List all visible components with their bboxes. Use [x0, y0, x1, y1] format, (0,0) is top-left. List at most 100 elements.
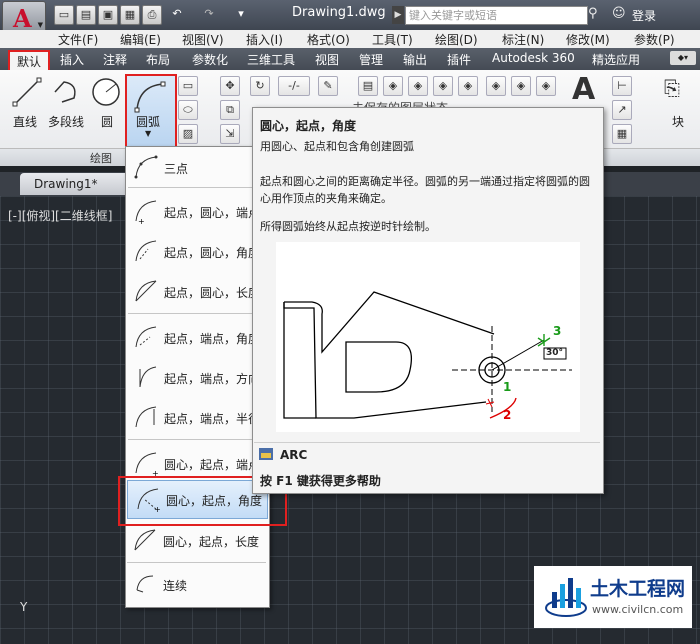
arc-start-end-direction-icon — [139, 366, 157, 388]
arc-continue-icon — [136, 575, 154, 593]
tab-autodesk-360[interactable]: Autodesk 360 — [492, 51, 575, 65]
line-icon[interactable] — [12, 76, 42, 108]
linear-dimension-icon[interactable]: ⊢ — [612, 76, 632, 96]
application-menu-button[interactable]: A ▼ — [2, 1, 46, 33]
print-icon[interactable]: ⎙ — [142, 5, 162, 25]
move-icon[interactable]: ✥ — [220, 76, 240, 96]
layer-icon-2[interactable]: ◈ — [408, 76, 428, 96]
circle-label[interactable]: 圆 — [101, 113, 113, 130]
arc-continue-item[interactable]: 连续 — [125, 566, 268, 604]
arc-start-end-angle-item[interactable]: 起点，端点，角度 — [126, 319, 269, 357]
chevron-down-icon: ▼ — [37, 21, 43, 29]
document-title: Drawing1.dwg — [292, 5, 386, 20]
layer-icon-7[interactable]: ◈ — [536, 76, 556, 96]
arc-center-start-length-item[interactable]: 圆心，起点，长度 — [125, 522, 268, 560]
menu-insert[interactable]: 插入(I) — [246, 31, 283, 48]
rotate-icon[interactable]: ↻ — [250, 76, 270, 96]
menu-item-label: 起点，端点，半径 — [164, 412, 261, 426]
menu-separator — [128, 187, 267, 188]
arc-start-end-radius-item[interactable]: 起点，端点，半径 — [126, 399, 269, 437]
erase-icon[interactable]: ✎ — [318, 76, 338, 96]
search-input[interactable]: 键入关键字或短语 — [405, 6, 588, 25]
layer-icon-5[interactable]: ◈ — [486, 76, 506, 96]
save-icon[interactable]: ▣ — [98, 5, 118, 25]
tooltip-help: 按 F1 键获得更多帮助 — [260, 474, 381, 488]
menu-item-label: 起点，圆心，端点 — [164, 206, 261, 220]
more-icon[interactable]: ▾ — [232, 5, 250, 23]
block-label[interactable]: 块 — [672, 113, 684, 130]
menu-file[interactable]: 文件(F) — [58, 31, 98, 48]
menu-separator — [128, 313, 267, 314]
menu-bar: 文件(F) 编辑(E) 视图(V) 插入(I) 格式(O) 工具(T) 绘图(D… — [0, 30, 700, 49]
ribbon-options-icon[interactable]: ◆▾ — [670, 51, 696, 65]
redo-icon[interactable]: ↷ — [200, 5, 218, 23]
arc-label: 圆弧 — [136, 115, 161, 129]
arc-button[interactable] — [125, 74, 177, 150]
arc-start-center-end-item[interactable]: + 起点，圆心，端点 — [126, 193, 269, 231]
polyline-icon[interactable] — [52, 76, 82, 108]
arc-three-point-icon — [134, 155, 158, 179]
new-icon[interactable]: ▭ — [54, 5, 74, 25]
layer-properties-icon[interactable]: ▤ — [358, 76, 378, 96]
saveas-icon[interactable]: ▦ — [120, 5, 140, 25]
layer-icon-1[interactable]: ◈ — [383, 76, 403, 96]
tab-annotate[interactable]: 注释 — [103, 51, 127, 68]
site-logo — [545, 578, 587, 617]
line-label[interactable]: 直线 — [13, 113, 37, 130]
rectangle-icon[interactable]: ▭ — [178, 76, 198, 96]
menu-separator — [127, 562, 266, 563]
insert-block-icon[interactable]: ⎘ — [664, 76, 680, 100]
arc-start-center-angle-icon — [135, 240, 157, 262]
tab-manage[interactable]: 管理 — [359, 51, 383, 68]
arc-three-point-item[interactable]: 三点 — [126, 149, 269, 187]
tab-view[interactable]: 视图 — [315, 51, 339, 68]
tooltip-note: 所得圆弧始终从起点按逆时针绘制。 — [260, 220, 436, 233]
menu-edit[interactable]: 编辑(E) — [120, 31, 161, 48]
arc-icon — [134, 81, 166, 113]
arc-start-end-direction-item[interactable]: 起点，端点，方向 — [126, 359, 269, 397]
arc-start-center-angle-item[interactable]: 起点，圆心，角度 — [126, 233, 269, 271]
open-icon[interactable]: ▤ — [76, 5, 96, 25]
tab-layout[interactable]: 布局 — [146, 51, 170, 68]
table-icon[interactable]: ▦ — [612, 124, 632, 144]
tooltip-detail: 起点和圆心之间的距离确定半径。圆弧的另一端通过指定将圆弧的圆心用作顶点的夹角来确… — [260, 175, 590, 205]
tab-3d-tools[interactable]: 三维工具 — [247, 51, 295, 68]
circle-icon[interactable] — [90, 76, 122, 108]
menu-dimension[interactable]: 标注(N) — [502, 31, 544, 48]
text-icon[interactable]: A — [572, 72, 595, 107]
menu-draw[interactable]: 绘图(D) — [435, 31, 478, 48]
watermark-url: www.civilcn.com — [592, 603, 684, 616]
document-tab[interactable]: Drawing1* — [20, 173, 140, 195]
menu-view[interactable]: 视图(V) — [182, 31, 224, 48]
leader-icon[interactable]: ↗ — [612, 100, 632, 120]
tooltip-separator — [254, 442, 600, 443]
undo-icon[interactable]: ↶ — [168, 5, 186, 23]
login-button[interactable]: 登录 — [632, 7, 656, 24]
menu-modify[interactable]: 修改(M) — [566, 31, 610, 48]
draw-panel-label[interactable]: 绘图 — [90, 150, 112, 166]
tab-featured-apps[interactable]: 精选应用 — [592, 51, 640, 68]
menu-item-label: 连续 — [163, 579, 188, 593]
tab-insert[interactable]: 插入 — [60, 51, 84, 68]
menu-format[interactable]: 格式(O) — [307, 31, 350, 48]
user-icon[interactable]: ☺ — [612, 6, 626, 21]
arc-start-center-length-item[interactable]: 起点，圆心，长度 — [126, 273, 269, 311]
menu-parametric[interactable]: 参数(P) — [634, 31, 675, 48]
arc-start-center-end-icon: + — [135, 200, 157, 225]
hatch-icon[interactable]: ▨ — [178, 124, 198, 144]
polyline-label[interactable]: 多段线 — [48, 113, 84, 130]
layer-icon-6[interactable]: ◈ — [511, 76, 531, 96]
layer-icon-3[interactable]: ◈ — [433, 76, 453, 96]
tab-plugins[interactable]: 插件 — [447, 51, 471, 68]
copy-icon[interactable]: ⧉ — [220, 100, 240, 120]
ellipse-icon[interactable]: ⬭ — [178, 100, 198, 120]
stretch-icon[interactable]: ⇲ — [220, 124, 240, 144]
search-expand-icon[interactable]: ▶ — [392, 6, 404, 24]
trim-icon[interactable]: -/- — [278, 76, 310, 96]
menu-tools[interactable]: 工具(T) — [372, 31, 413, 48]
tab-parametric[interactable]: 参数化 — [192, 51, 228, 68]
viewport-controls[interactable]: [-][俯视][二维线框] — [8, 207, 112, 224]
binoculars-icon[interactable]: ⚲ — [588, 6, 598, 21]
layer-icon-4[interactable]: ◈ — [458, 76, 478, 96]
tab-output[interactable]: 输出 — [403, 51, 427, 68]
